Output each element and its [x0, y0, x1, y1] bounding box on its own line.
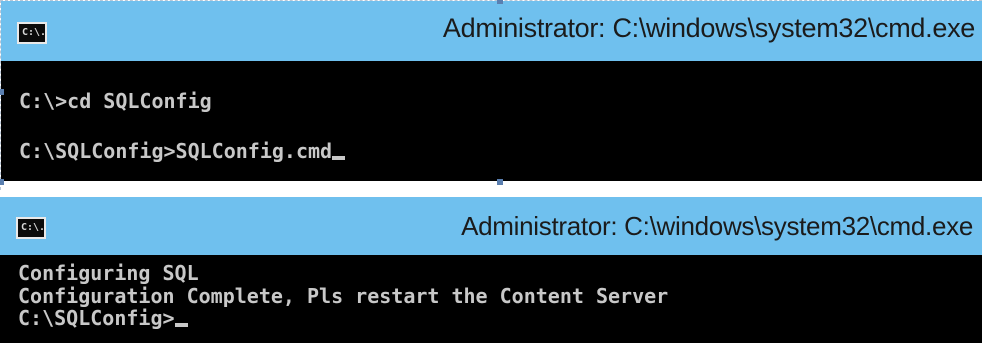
- console-line-with-cursor: C:\SQLConfig>SQLConfig.cmd: [19, 139, 346, 163]
- console-line: Configuring SQL: [18, 261, 199, 285]
- console-line-text: C:\SQLConfig>SQLConfig.cmd: [19, 139, 333, 163]
- console-output[interactable]: Configuring SQL Configuration Complete, …: [0, 255, 982, 343]
- title-bar[interactable]: C:\. Administrator: C:\windows\system32\…: [1, 1, 982, 61]
- window-title: Administrator: C:\windows\system32\cmd.e…: [442, 13, 975, 43]
- title-bar[interactable]: C:\. Administrator: C:\windows\system32\…: [0, 197, 982, 255]
- cmd-window-1: C:\. Administrator: C:\windows\system32\…: [0, 0, 982, 190]
- selection-handle[interactable]: [0, 89, 4, 95]
- selection-handle[interactable]: [497, 179, 503, 185]
- cmd-icon[interactable]: C:\.: [16, 217, 46, 239]
- selection-handle[interactable]: [0, 179, 4, 185]
- console-line-with-cursor: C:\SQLConfig>: [18, 308, 188, 329]
- console-line: C:\>cd SQLConfig: [19, 89, 212, 113]
- console-line: Configuration Complete, Pls restart the …: [18, 284, 669, 308]
- text-cursor: [174, 323, 188, 327]
- console-output[interactable]: C:\>cd SQLConfig C:\SQLConfig>SQLConfig.…: [1, 61, 982, 181]
- selection-handle[interactable]: [497, 0, 503, 4]
- cmd-window-2: C:\. Administrator: C:\windows\system32\…: [0, 197, 982, 343]
- text-cursor: [332, 156, 346, 160]
- console-line-text: C:\SQLConfig>: [18, 306, 175, 330]
- cmd-icon[interactable]: C:\.: [17, 22, 47, 44]
- window-title: Administrator: C:\windows\system32\cmd.e…: [461, 211, 973, 241]
